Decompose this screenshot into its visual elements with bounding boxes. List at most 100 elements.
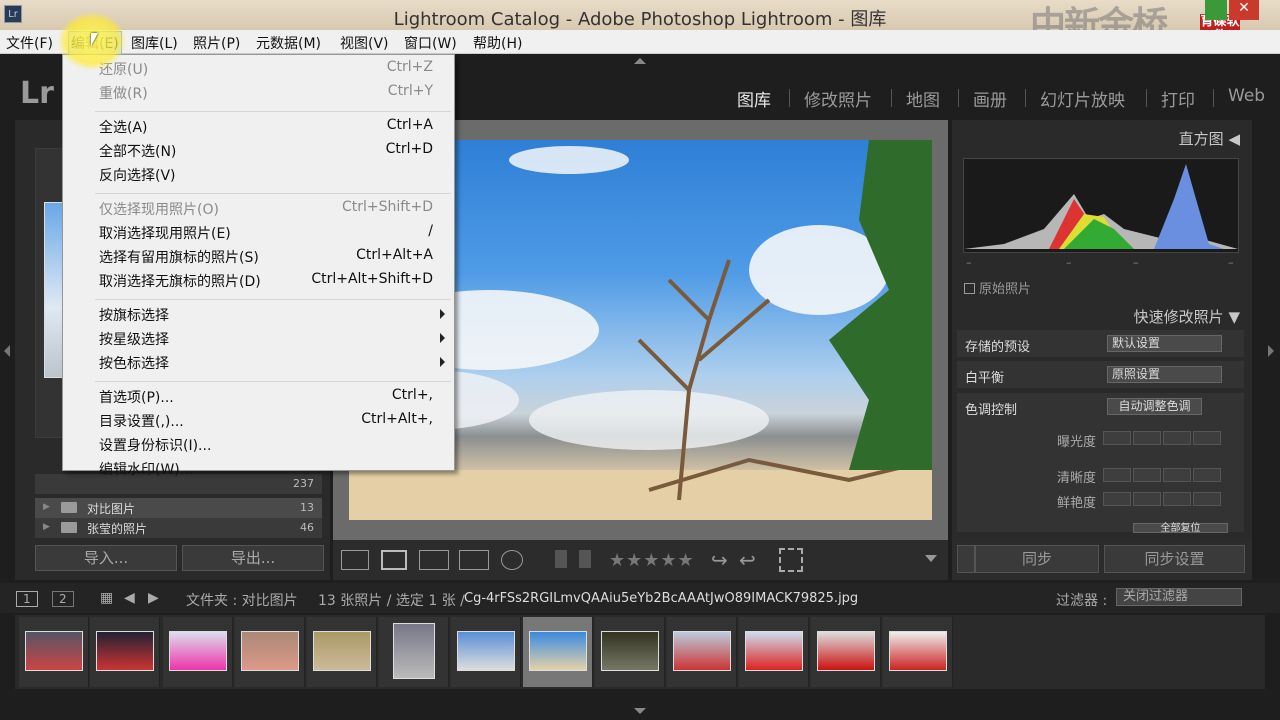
filmstrip-thumbnail[interactable]	[307, 617, 377, 687]
vibrance-step-button[interactable]	[1163, 492, 1191, 506]
reset-all-button[interactable]: 全部复位	[1133, 523, 1228, 534]
module-tab-3[interactable]: 画册	[973, 86, 1007, 111]
menu-item-2[interactable]: 图库(L)	[131, 33, 178, 53]
filmstrip-thumbnail[interactable]	[811, 617, 881, 687]
menu-separator	[95, 299, 451, 300]
disclosure-icon[interactable]: ▶	[43, 502, 50, 512]
top-panel-toggle-icon[interactable]	[634, 58, 646, 64]
saved-preset-select[interactable]: 默认设置	[1107, 335, 1222, 352]
module-tab-5[interactable]: 打印	[1161, 86, 1195, 111]
menu-item-4[interactable]: 元数据(M)	[256, 33, 321, 53]
selected-filename[interactable]: Cg-4rFSs2RGILmvQAAiu5eYb2BcAAAtJwO89IMAC…	[464, 591, 858, 606]
histogram-header[interactable]: 直方图 ◀	[1179, 128, 1240, 149]
compare-view-icon[interactable]	[419, 550, 449, 570]
folder-row-zhangying[interactable]: ▶ 张莹的照片 46	[35, 518, 322, 538]
vibrance-step-button[interactable]	[1193, 492, 1221, 506]
thumbnail-image	[817, 631, 875, 671]
exposure-step-button[interactable]	[1193, 431, 1221, 445]
edit-menu-item[interactable]: 选择有留用旗标的照片(S) Ctrl+Alt+A	[99, 247, 445, 269]
module-tab-4[interactable]: 幻灯片放映	[1040, 86, 1125, 111]
exposure-step-button[interactable]	[1103, 431, 1131, 445]
edit-menu-item[interactable]: 首选项(P)... Ctrl+,	[99, 387, 445, 409]
survey-view-icon[interactable]	[459, 550, 489, 570]
disclosure-icon[interactable]: ▶	[43, 522, 50, 532]
edit-menu-item[interactable]: 按色标选择	[99, 353, 445, 375]
checkbox-icon[interactable]	[964, 283, 975, 294]
edit-menu-item[interactable]: 全部不选(N) Ctrl+D	[99, 141, 445, 163]
edit-menu-item[interactable]: 取消选择现用照片(E) /	[99, 223, 445, 245]
edit-menu-item[interactable]: 按星级选择	[99, 329, 445, 351]
edit-menu-item[interactable]: 目录设置(,)... Ctrl+Alt+,	[99, 411, 445, 433]
crop-icon[interactable]	[779, 548, 803, 572]
edit-menu-item[interactable]: 设置身份标识(I)...	[99, 435, 445, 457]
vibrance-step-button[interactable]	[1103, 492, 1131, 506]
menu-item-6[interactable]: 窗口(W)	[404, 33, 457, 53]
edit-menu-item[interactable]: 按旗标选择	[99, 305, 445, 327]
filmstrip-thumbnail[interactable]	[883, 617, 953, 687]
white-balance-row: 白平衡 原照设置	[957, 361, 1244, 389]
auto-tone-button[interactable]: 自动调整色调	[1107, 398, 1202, 415]
rotate-left-icon[interactable]: ↪	[711, 548, 728, 572]
module-tab-0[interactable]: 图库	[737, 86, 771, 111]
export-button[interactable]: 导出...	[182, 545, 324, 571]
forward-arrow-icon[interactable]: ▶	[148, 590, 159, 606]
folder-icon	[61, 522, 77, 533]
menu-item-5[interactable]: 视图(V)	[340, 33, 389, 53]
filmstrip-thumbnail[interactable]	[739, 617, 809, 687]
reject-flag-icon[interactable]	[579, 550, 591, 568]
filmstrip-thumbnail[interactable]	[379, 617, 449, 687]
grid-view-icon[interactable]	[341, 550, 369, 570]
sync-toggle-icon[interactable]	[957, 545, 975, 573]
module-tab-2[interactable]: 地图	[906, 86, 940, 111]
flag-icon[interactable]	[555, 550, 567, 568]
exposure-step-button[interactable]	[1133, 431, 1161, 445]
menu-item-3[interactable]: 照片(P)	[193, 33, 240, 53]
menu-item-0[interactable]: 文件(F)	[6, 33, 53, 53]
page-1-button[interactable]: 1	[16, 591, 38, 607]
filmstrip-thumbnail[interactable]	[90, 617, 160, 687]
white-balance-select[interactable]: 原照设置	[1107, 366, 1222, 383]
clarity-step-button[interactable]	[1133, 468, 1161, 482]
sync-settings-button[interactable]: 同步设置	[1104, 545, 1245, 573]
edit-menu-item[interactable]: 取消选择无旗标的照片(D) Ctrl+Alt+Shift+D	[99, 271, 445, 293]
edit-menu-item[interactable]: 反向选择(V)	[99, 165, 445, 187]
import-button[interactable]: 导入...	[35, 545, 177, 571]
menu-item-7[interactable]: 帮助(H)	[473, 33, 522, 53]
people-view-icon[interactable]	[501, 550, 523, 570]
folder-path[interactable]: 文件夹 : 对比图片	[186, 590, 298, 610]
grid-icon[interactable]: ▦	[100, 590, 113, 606]
module-tab-6[interactable]: Web	[1228, 86, 1265, 106]
toolbar-menu-icon[interactable]	[925, 555, 937, 562]
clarity-step-button[interactable]	[1193, 468, 1221, 482]
filmstrip-thumbnail[interactable]	[235, 617, 305, 687]
sync-button[interactable]: 同步	[975, 545, 1099, 573]
folder-row-compare[interactable]: ▶ 对比图片 13	[35, 498, 322, 518]
vibrance-step-button[interactable]	[1133, 492, 1161, 506]
left-panel-toggle-icon[interactable]	[4, 345, 10, 357]
close-icon[interactable]: ✕	[1229, 0, 1259, 20]
quick-develop-header[interactable]: 快速修改照片 ▼	[1134, 306, 1240, 327]
vibrance-label: 鲜艳度	[1057, 496, 1097, 511]
filmstrip-thumbnail[interactable]	[595, 617, 665, 687]
filmstrip-thumbnail[interactable]	[19, 617, 89, 687]
clarity-step-button[interactable]	[1163, 468, 1191, 482]
filmstrip-thumbnail[interactable]	[451, 617, 521, 687]
module-tab-1[interactable]: 修改照片	[804, 86, 872, 111]
clarity-step-button[interactable]	[1103, 468, 1131, 482]
star-rating-icon[interactable]: ★★★★★	[609, 550, 695, 571]
edit-menu-item[interactable]: 全选(A) Ctrl+A	[99, 117, 445, 139]
filmstrip-thumbnail[interactable]	[523, 617, 593, 687]
bottom-panel-toggle-icon[interactable]	[634, 708, 646, 714]
page-2-button[interactable]: 2	[52, 591, 74, 607]
rotate-right-icon[interactable]: ↩	[739, 548, 756, 572]
exposure-step-button[interactable]	[1163, 431, 1191, 445]
edit-menu-item[interactable]: 编辑水印(W)...	[99, 459, 445, 481]
original-photo-toggle[interactable]: 原始照片	[964, 278, 1031, 297]
loupe-view-icon[interactable]	[381, 550, 407, 570]
back-arrow-icon[interactable]: ◀	[124, 590, 135, 606]
filter-select[interactable]: 关闭过滤器	[1116, 588, 1242, 606]
minimize-icon[interactable]	[1205, 0, 1227, 20]
right-panel-toggle-icon[interactable]	[1268, 345, 1274, 357]
filmstrip-thumbnail[interactable]	[163, 617, 233, 687]
filmstrip-thumbnail[interactable]	[667, 617, 737, 687]
